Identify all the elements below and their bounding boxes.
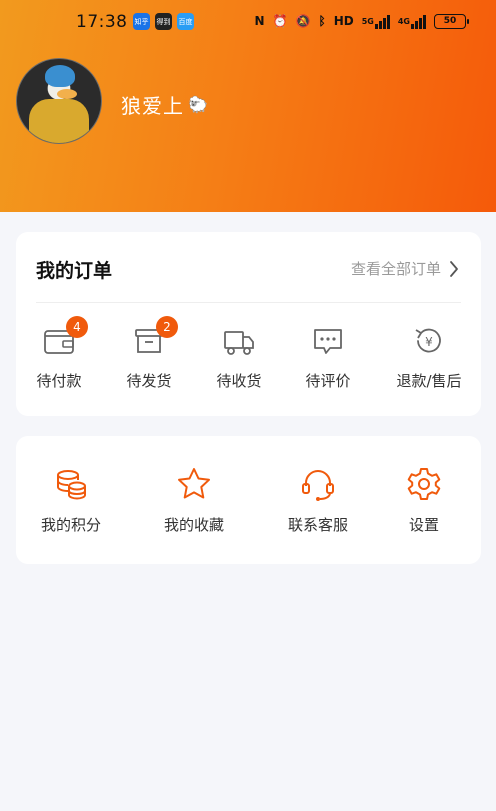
badge-count: 4 — [66, 316, 88, 338]
username[interactable]: 狼爱上 🐑 — [121, 90, 209, 119]
sheep-emoji: 🐑 — [188, 95, 209, 114]
services-card: 我的积分 我的收藏 联系客服 设置 — [16, 436, 481, 564]
service-label: 联系客服 — [287, 516, 348, 534]
profile-header: 17:38 知乎 得到 百度 N ⏰ 🔕 ᛒ HD 5G 4G 50 狼爱上 🐑 — [0, 0, 496, 212]
refund-icon: ¥ — [415, 328, 441, 353]
service-label: 我的收藏 — [163, 516, 224, 534]
bluetooth-icon: ᛒ — [318, 14, 326, 28]
signal-4g-icon: 4G — [398, 12, 426, 30]
order-status-row: 4 待付款 2 待发货 待收货 待评价 ¥ 退款/售后 — [14, 316, 481, 394]
divider — [36, 302, 461, 303]
order-pending-shipment[interactable]: 2 待发货 — [104, 316, 194, 391]
service-customer-support[interactable]: 联系客服 — [263, 466, 373, 535]
order-label: 待收货 — [216, 372, 262, 390]
hd-icon: HD — [333, 14, 354, 28]
notification-app-icons: 知乎 得到 百度 — [133, 13, 194, 30]
order-label: 待发货 — [126, 372, 172, 390]
order-refund-aftersale[interactable]: ¥ 退款/售后 — [383, 324, 475, 391]
order-label: 待付款 — [36, 372, 82, 390]
badge-count: 2 — [156, 316, 178, 338]
order-pending-receipt[interactable]: 待收货 — [194, 324, 284, 391]
view-all-orders-link[interactable]: 查看全部订单 — [351, 258, 459, 279]
service-points[interactable]: 我的积分 — [16, 466, 126, 535]
alarm-icon: ⏰ — [272, 14, 288, 28]
service-label: 我的积分 — [40, 516, 101, 534]
order-label: 退款/售后 — [396, 372, 462, 390]
chevron-right-icon — [450, 260, 458, 277]
system-icons: N ⏰ 🔕 ᛒ HD 5G 4G 50 — [254, 12, 469, 30]
view-all-label: 查看全部订单 — [350, 260, 441, 278]
zhihu-app-icon: 知乎 — [133, 13, 150, 30]
service-label: 设置 — [408, 516, 439, 534]
service-settings[interactable]: 设置 — [369, 466, 479, 535]
avatar[interactable] — [16, 58, 102, 144]
headset-icon — [302, 470, 334, 501]
order-pending-payment[interactable]: 4 待付款 — [14, 316, 104, 391]
coins-icon — [57, 470, 86, 500]
order-label: 待评价 — [305, 372, 351, 390]
comment-icon — [314, 329, 342, 354]
my-orders-card: 我的订单 查看全部订单 4 待付款 2 待发货 待收货 待评价 ¥ 退款/售后 — [16, 232, 481, 416]
gear-icon — [407, 468, 441, 500]
battery-icon: 50 — [434, 13, 469, 29]
order-pending-review[interactable]: 待评价 — [283, 324, 373, 391]
truck-icon — [224, 331, 254, 355]
signal-5g-icon: 5G — [362, 12, 390, 30]
username-text: 狼爱上 — [121, 94, 184, 118]
orders-title: 我的订单 — [36, 260, 113, 282]
svg-text:¥: ¥ — [425, 335, 433, 349]
star-icon — [178, 468, 210, 499]
mute-icon: 🔕 — [295, 14, 311, 28]
baidu-app-icon: 百度 — [177, 13, 194, 30]
status-bar: 17:38 知乎 得到 百度 N ⏰ 🔕 ᛒ HD 5G 4G 50 — [0, 10, 496, 36]
status-time: 17:38 — [76, 12, 128, 32]
nfc-icon: N — [254, 14, 265, 28]
service-favorites[interactable]: 我的收藏 — [139, 466, 249, 535]
dedao-app-icon: 得到 — [155, 13, 172, 30]
